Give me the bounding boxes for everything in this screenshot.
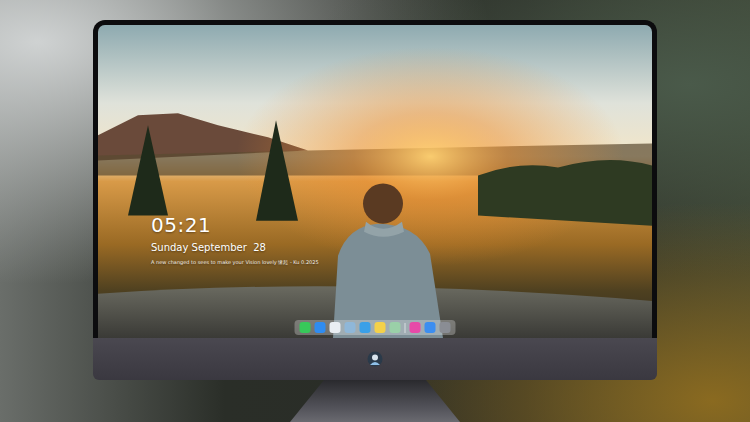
app-icon[interactable]	[390, 322, 401, 333]
monitor: 05:21 Sunday September 28 A new changed to…	[93, 20, 657, 422]
clock-caption: A new changed to sees to make your Visio…	[151, 258, 319, 266]
app-icon[interactable]	[440, 322, 451, 333]
app-icon[interactable]	[315, 322, 326, 333]
screen: 05:21 Sunday September 28 A new changed to…	[93, 20, 657, 338]
app-icon[interactable]	[410, 322, 421, 333]
clock-time: 05:21	[151, 213, 319, 237]
app-icon[interactable]	[330, 322, 341, 333]
clock-date: Sunday September 28	[151, 241, 319, 255]
app-icon[interactable]	[345, 322, 356, 333]
dock-divider	[405, 323, 406, 333]
monitor-stand	[290, 380, 460, 422]
app-icon[interactable]	[425, 322, 436, 333]
app-icon[interactable]	[375, 322, 386, 333]
app-icon[interactable]	[360, 322, 371, 333]
dock	[295, 320, 456, 335]
lock-clock: 05:21 Sunday September 28 A new changed to…	[151, 213, 319, 266]
app-icon[interactable]	[300, 322, 311, 333]
page-background: 05:21 Sunday September 28 A new changed to…	[0, 0, 750, 422]
avatar-logo-icon	[367, 351, 383, 367]
wallpaper-photo	[98, 25, 652, 338]
monitor-chin	[93, 338, 657, 380]
